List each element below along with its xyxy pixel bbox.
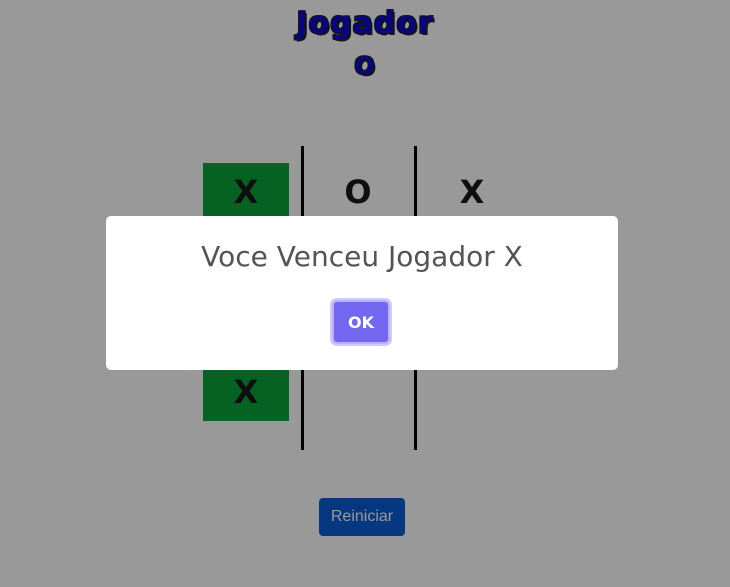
win-dialog: Voce Venceu Jogador X OK	[106, 216, 618, 370]
win-message: Voce Venceu Jogador X	[201, 240, 523, 273]
ok-button[interactable]: OK	[332, 300, 390, 344]
